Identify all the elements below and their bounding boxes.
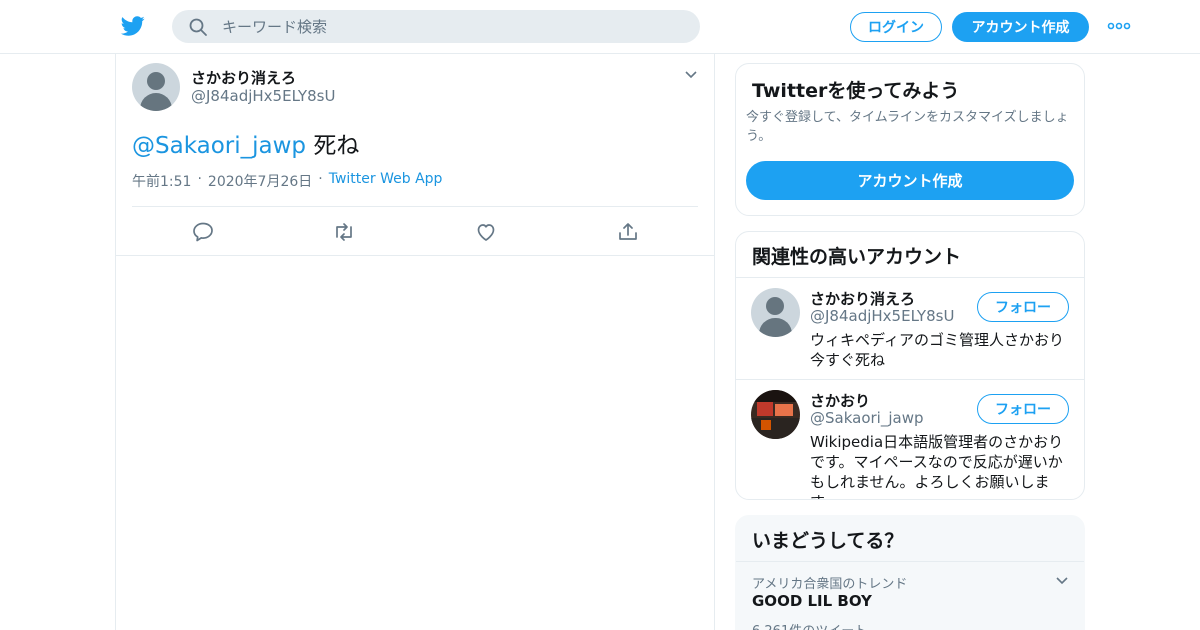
related-accounts-card: 関連性の高いアカウント さかおり消えろ @J84adjHx5ELY8sU フォロ…: [735, 231, 1085, 500]
default-avatar-head: [766, 297, 784, 315]
tweet-text: @Sakaori_jawp 死ね: [132, 126, 359, 160]
login-button[interactable]: ログイン: [850, 12, 942, 42]
main-timeline-column: さかおり消えろ @J84adjHx5ELY8sU @Sakaori_jawp 死…: [115, 54, 715, 630]
avatar-photo-part: [775, 404, 793, 416]
default-avatar-body: [140, 93, 172, 111]
tweet-actions: [116, 206, 716, 256]
chevron-down-icon[interactable]: [684, 70, 698, 80]
like-heart-icon[interactable]: [474, 220, 498, 244]
avatar-photo-part: [761, 420, 771, 430]
account-handle[interactable]: @Sakaori_jawp: [810, 409, 924, 427]
tweet-author-name[interactable]: さかおり消えろ: [191, 67, 296, 88]
trends-title: いまどうしてる？: [752, 530, 904, 552]
signup-button[interactable]: アカウント作成: [952, 12, 1089, 42]
trend-tweet-count: 6,261件のツイート: [752, 620, 867, 630]
search-input[interactable]: [222, 17, 662, 36]
trend-context: アメリカ合衆国のトレンド: [752, 577, 908, 592]
account-name[interactable]: さかおり消えろ: [810, 288, 915, 309]
signup-card-button[interactable]: アカウント作成: [746, 161, 1074, 200]
signup-card: Twitterを使ってみよう 今すぐ登録して、タイムラインをカスタマイズしましょ…: [735, 63, 1085, 216]
reply-icon[interactable]: [191, 220, 215, 244]
avatar[interactable]: [751, 390, 800, 439]
tweet-metadata: 午前1:51 · 2020年7月26日 · Twitter Web App: [132, 171, 442, 191]
avatar[interactable]: [751, 288, 800, 337]
meta-separator: ·: [197, 171, 202, 187]
top-navigation-bar: ログイン アカウント作成: [0, 0, 1200, 54]
account-bio: ウィキペディアのゴミ管理人さかおり今すぐ死ね: [810, 331, 1064, 369]
follow-button[interactable]: フォロー: [977, 394, 1069, 424]
chevron-down-icon[interactable]: [1055, 576, 1069, 586]
search-icon: [189, 18, 207, 36]
tweet-date[interactable]: 2020年7月26日: [208, 171, 312, 191]
signup-card-title: Twitterを使ってみよう: [752, 80, 960, 102]
default-avatar-body: [759, 318, 792, 337]
tweet-time[interactable]: 午前1:51: [132, 171, 191, 191]
follow-button[interactable]: フォロー: [977, 292, 1069, 322]
account-bio: Wikipedia日本語版管理者のさかおりです。マイペースなので反応が遅いかもし…: [810, 433, 1064, 499]
search-box[interactable]: [172, 10, 700, 43]
tweet: さかおり消えろ @J84adjHx5ELY8sU @Sakaori_jawp 死…: [116, 54, 714, 256]
related-accounts-title: 関連性の高いアカウント: [752, 246, 962, 268]
account-handle[interactable]: @J84adjHx5ELY8sU: [810, 307, 954, 325]
avatar-photo-part: [757, 402, 773, 416]
tweet-source-link[interactable]: Twitter Web App: [329, 171, 443, 191]
twitter-bird-icon[interactable]: [120, 14, 146, 38]
related-account-item[interactable]: さかおり @Sakaori_jawp フォロー Wikipedia日本語版管理者…: [736, 380, 1084, 499]
tweet-body: 死ね: [306, 133, 360, 159]
tweet-author-handle[interactable]: @J84adjHx5ELY8sU: [191, 87, 335, 105]
more-options-icon[interactable]: [1106, 18, 1132, 34]
trend-name[interactable]: GOOD LIL BOY: [752, 592, 872, 610]
trend-item[interactable]: アメリカ合衆国のトレンド GOOD LIL BOY 6,261件のツイート: [736, 562, 1084, 630]
related-account-item[interactable]: さかおり消えろ @J84adjHx5ELY8sU フォロー ウィキペディアのゴミ…: [736, 278, 1084, 379]
account-name[interactable]: さかおり: [810, 390, 870, 411]
retweet-icon[interactable]: [332, 220, 356, 244]
trends-card: いまどうしてる？ アメリカ合衆国のトレンド GOOD LIL BOY 6,261…: [735, 515, 1085, 630]
default-avatar-head: [147, 72, 165, 90]
tweet-mention-link[interactable]: @Sakaori_jawp: [132, 133, 306, 159]
signup-card-description: 今すぐ登録して、タイムラインをカスタマイズしましょう。: [746, 110, 1069, 144]
meta-separator: ·: [318, 171, 323, 187]
share-icon[interactable]: [616, 220, 640, 244]
avatar-photo-part: [751, 418, 800, 439]
avatar[interactable]: [132, 63, 180, 111]
avatar-photo-part: [751, 390, 800, 402]
